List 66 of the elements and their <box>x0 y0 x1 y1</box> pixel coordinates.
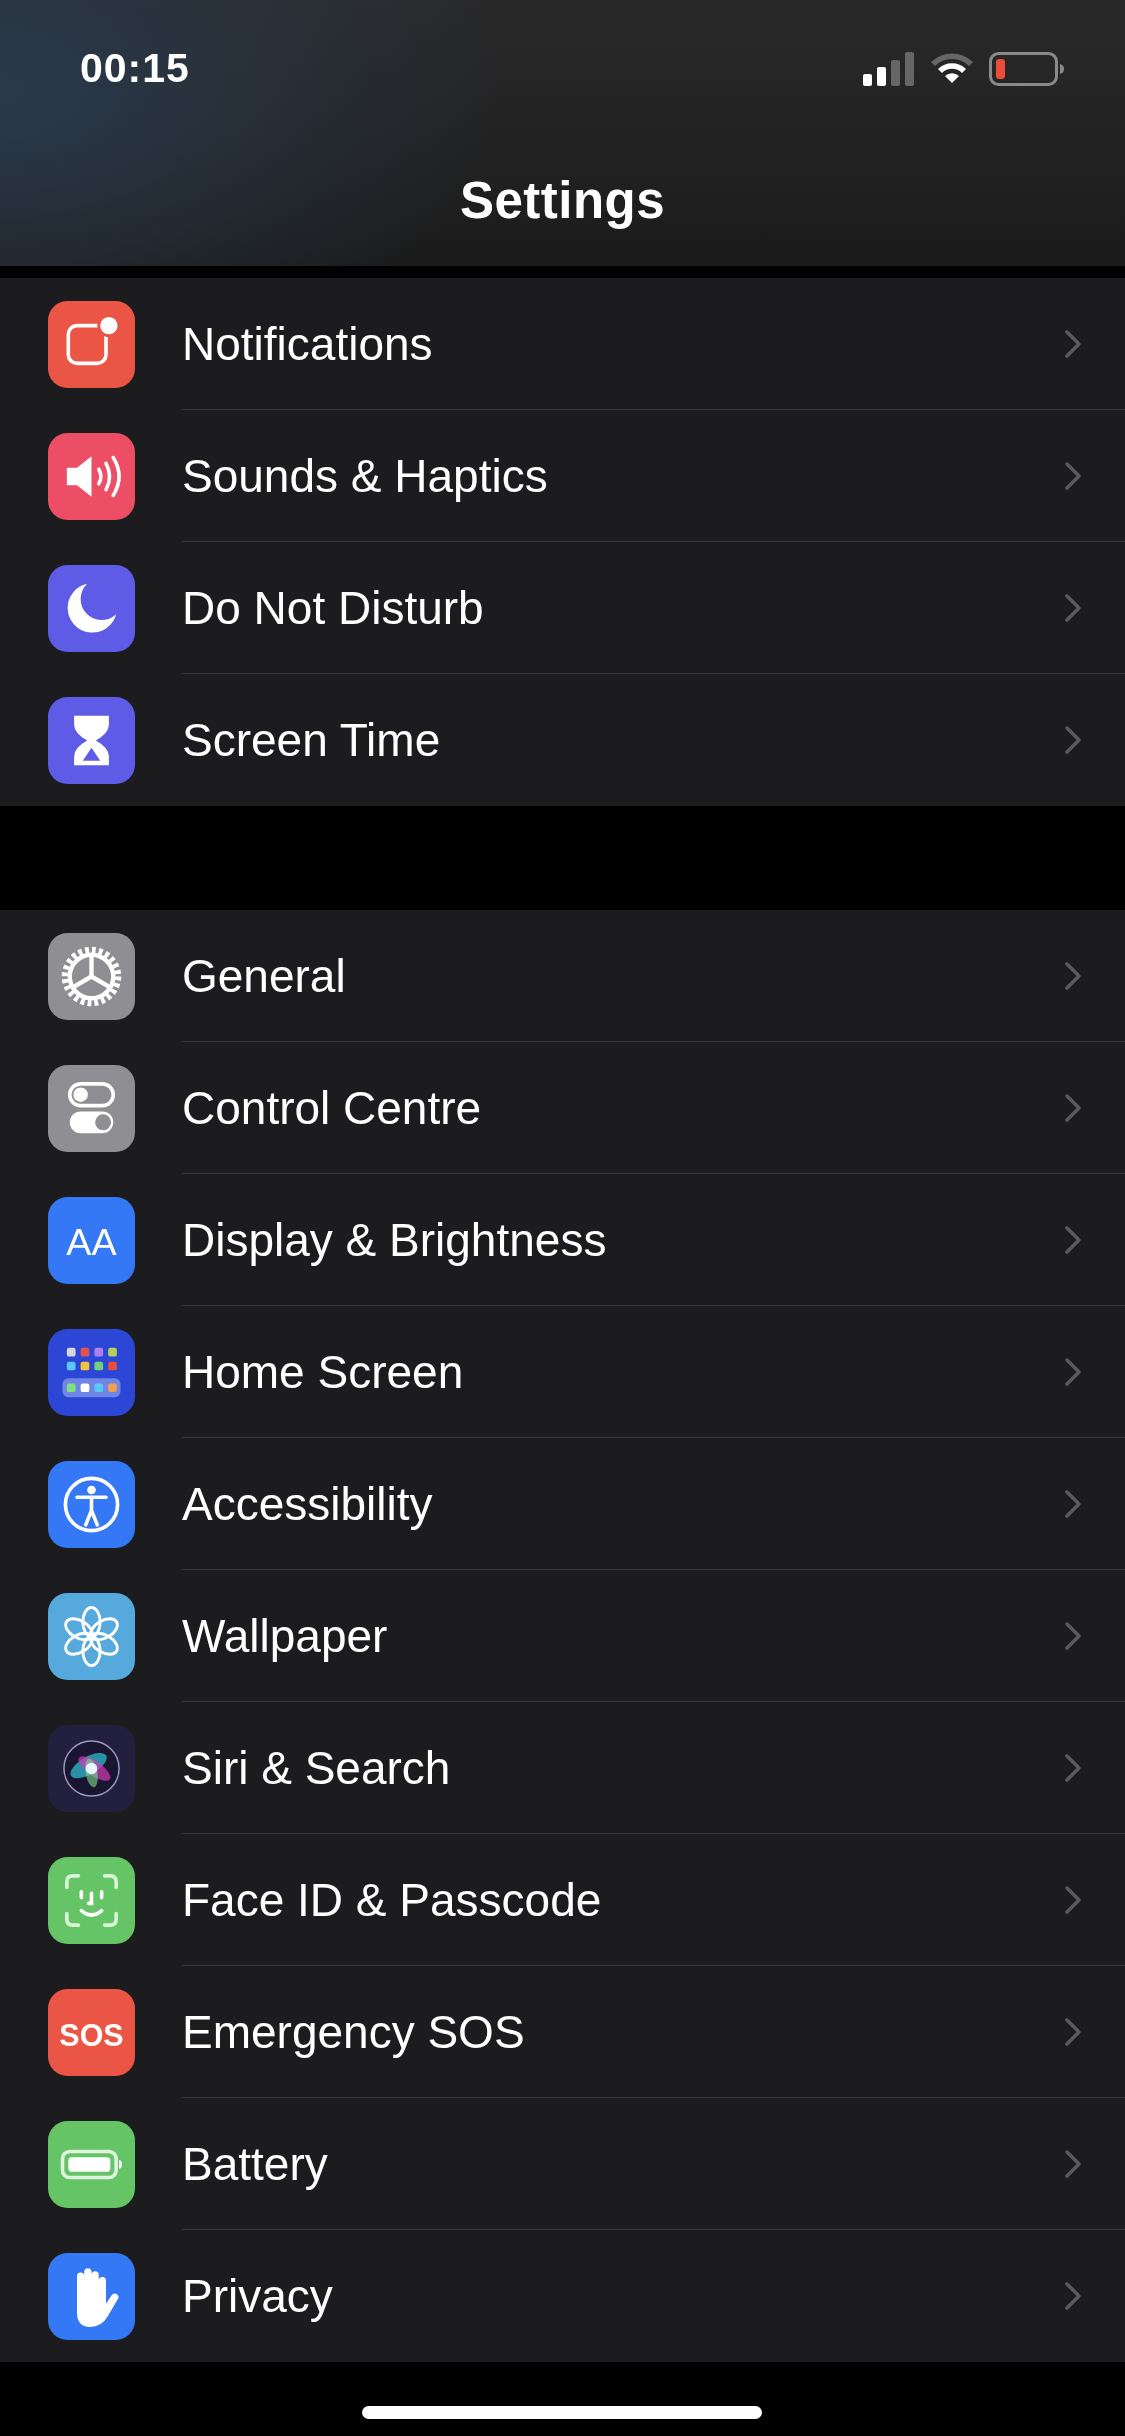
status-time: 00:15 <box>80 45 190 92</box>
chevron-icon <box>1065 1093 1081 1122</box>
settings-row[interactable]: Privacy <box>0 2230 1125 2362</box>
row-label: Battery <box>182 2136 328 2191</box>
settings-row[interactable]: Control Centre <box>0 1042 1125 1174</box>
settings-row[interactable]: Do Not Disturb <box>0 542 1125 674</box>
row-label: Display & Brightness <box>182 1212 607 1267</box>
hourglass-icon <box>48 696 135 784</box>
chevron-icon <box>1065 961 1081 990</box>
settings-row[interactable]: General <box>0 910 1125 1042</box>
gear-icon <box>48 932 135 1020</box>
row-label: Emergency SOS <box>182 2004 525 2059</box>
hand-icon <box>48 2252 135 2340</box>
chevron-icon <box>1065 2281 1081 2310</box>
home-indicator[interactable] <box>362 2406 762 2419</box>
chevron-icon <box>1065 2017 1081 2046</box>
chevron-icon <box>1065 1621 1081 1650</box>
row-label: Accessibility <box>182 1476 433 1531</box>
row-label: General <box>182 948 346 1003</box>
settings-row[interactable]: Siri & Search <box>0 1702 1125 1834</box>
text-size-icon: AA <box>48 1196 135 1284</box>
chevron-icon <box>1065 329 1081 358</box>
settings-row[interactable]: Screen Time <box>0 674 1125 806</box>
settings-row[interactable]: Face ID & Passcode <box>0 1834 1125 1966</box>
row-label: Do Not Disturb <box>182 580 484 635</box>
toggle-icon <box>48 1064 135 1152</box>
row-label: Screen Time <box>182 712 441 767</box>
settings-row[interactable]: Accessibility <box>0 1438 1125 1570</box>
battery-status-icon <box>989 51 1065 86</box>
row-label: Face ID & Passcode <box>182 1872 602 1927</box>
wifi-icon <box>929 51 975 86</box>
settings-row[interactable]: Wallpaper <box>0 1570 1125 1702</box>
row-label: Wallpaper <box>182 1608 388 1663</box>
chevron-icon <box>1065 1885 1081 1914</box>
row-label: Siri & Search <box>182 1740 451 1795</box>
settings-row[interactable]: Notifications <box>0 278 1125 410</box>
row-label: Control Centre <box>182 1080 482 1135</box>
settings-row[interactable]: Battery <box>0 2098 1125 2230</box>
row-label: Privacy <box>182 2268 333 2323</box>
row-label: Home Screen <box>182 1344 464 1399</box>
battery-icon <box>48 2120 135 2208</box>
app-grid-icon <box>48 1328 135 1416</box>
row-label: Notifications <box>182 316 433 371</box>
chevron-icon <box>1065 461 1081 490</box>
chevron-icon <box>1065 593 1081 622</box>
orb-icon <box>48 1724 135 1812</box>
screen-title: Settings <box>458 171 667 230</box>
speaker-icon <box>48 432 135 520</box>
settings-row[interactable]: SOS Emergency SOS <box>0 1966 1125 2098</box>
signal-icon <box>863 51 915 86</box>
settings-row[interactable]: Home Screen <box>0 1306 1125 1438</box>
row-label: Sounds & Haptics <box>182 448 548 503</box>
settings-row[interactable]: AA Display & Brightness <box>0 1174 1125 1306</box>
moon-icon <box>48 564 135 652</box>
face-scan-icon <box>48 1856 135 1944</box>
chevron-icon <box>1065 1489 1081 1518</box>
bell-square-icon <box>48 300 135 388</box>
flower-icon <box>48 1592 135 1680</box>
accessibility-icon <box>48 1460 135 1548</box>
chevron-icon <box>1065 1225 1081 1254</box>
chevron-icon <box>1065 725 1081 754</box>
chevron-icon <box>1065 2149 1081 2178</box>
sos-icon: SOS <box>48 1988 135 2076</box>
settings-row[interactable]: Sounds & Haptics <box>0 410 1125 542</box>
chevron-icon <box>1065 1357 1081 1386</box>
chevron-icon <box>1065 1753 1081 1782</box>
